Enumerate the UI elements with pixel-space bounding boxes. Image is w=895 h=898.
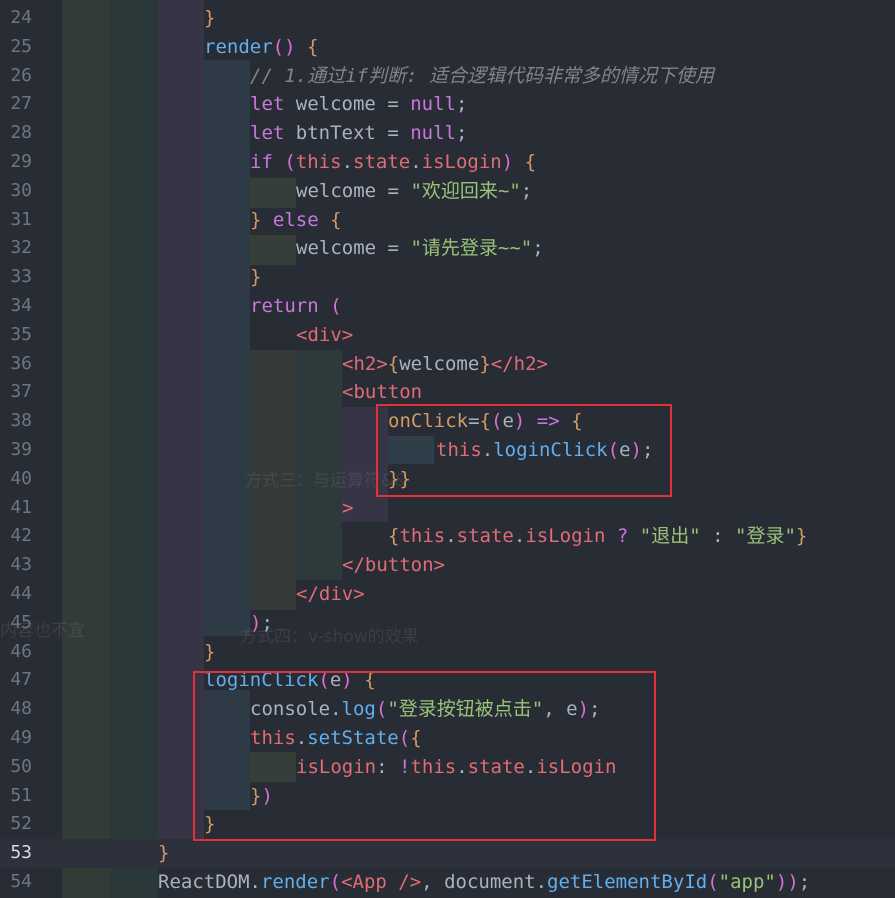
- line-number: 37: [10, 381, 32, 403]
- line-number: 45: [10, 611, 32, 633]
- code-text: </div>: [296, 583, 365, 605]
- code-text: }: [204, 640, 216, 663]
- code-text: }: [158, 842, 170, 865]
- code-line[interactable]: 45);: [0, 609, 895, 638]
- line-number: 34: [10, 295, 32, 316]
- code-text: let btnText = null;: [250, 122, 468, 145]
- line-number: 50: [10, 755, 32, 777]
- code-line[interactable]: 35 <div>: [0, 321, 895, 350]
- code-line[interactable]: 30 welcome = "欢迎回来~";: [0, 177, 895, 206]
- code-line[interactable]: 41 >: [0, 494, 895, 523]
- line-number: 33: [10, 266, 32, 288]
- code-line[interactable]: 53}: [0, 839, 895, 868]
- line-number: 47: [10, 669, 32, 691]
- code-line[interactable]: 29 if (this.state.isLogin) {: [0, 148, 895, 177]
- code-line[interactable]: 54 ReactDOM.render(<App />, document.getE…: [0, 868, 895, 897]
- line-number: 26: [10, 64, 32, 86]
- code-line[interactable]: 36 <h2>{welcome}</h2>: [0, 350, 895, 379]
- line-number: 41: [10, 496, 32, 518]
- code-text: }: [250, 266, 262, 289]
- code-text: <h2>{welcome}</h2>: [342, 352, 548, 375]
- code-text: welcome = "请先登录~~";: [296, 237, 544, 260]
- code-text: <div>: [296, 323, 354, 346]
- line-number: 43: [10, 554, 32, 576]
- line-number: 32: [10, 237, 32, 259]
- line-number: 46: [10, 640, 32, 662]
- code-text: <button: [342, 381, 423, 404]
- code-line[interactable]: 42 {this.state.isLogin ? "退出" : "登录"}: [0, 522, 895, 551]
- code-line[interactable]: 27 let welcome = null;: [0, 90, 895, 119]
- code-text: </button>: [342, 554, 445, 577]
- code-line[interactable]: 28 let btnText = null;: [0, 119, 895, 148]
- code-line[interactable]: 32 welcome = "请先登录~~";: [0, 234, 895, 263]
- code-line[interactable]: 24}: [0, 4, 895, 33]
- line-number: 39: [10, 439, 32, 460]
- code-text: ReactDOM.render(<App />, document.getEle…: [158, 871, 811, 893]
- line-number: 28: [10, 122, 32, 144]
- code-line[interactable]: 33}: [0, 263, 895, 292]
- code-line[interactable]: 26 // 1.通过if判断: 适合逻辑代码非常多的情况下使用: [0, 62, 895, 91]
- line-number: 38: [10, 410, 32, 432]
- code-text: >: [342, 496, 354, 519]
- code-text: if (this.state.isLogin) {: [250, 151, 537, 173]
- line-number: 35: [10, 323, 32, 345]
- highlight-box-onclick: [376, 404, 672, 497]
- line-number: 30: [10, 179, 32, 201]
- code-line[interactable]: 44 </div>: [0, 580, 895, 609]
- line-number: 36: [10, 352, 32, 374]
- code-text: {this.state.isLogin ? "退出" : "登录"}: [388, 525, 808, 548]
- highlight-box-loginclick: [193, 671, 656, 841]
- code-line[interactable]: 46}: [0, 638, 895, 667]
- code-text: } else {: [250, 208, 342, 231]
- line-number: 48: [10, 698, 32, 720]
- code-text: return (: [250, 295, 342, 317]
- code-line[interactable]: 43 </button>: [0, 551, 895, 580]
- line-number: 31: [10, 208, 32, 230]
- line-number: 53: [10, 842, 32, 864]
- code-line[interactable]: 31 } else {: [0, 206, 895, 235]
- code-line[interactable]: 34 return (: [0, 292, 895, 321]
- code-text: );: [250, 611, 273, 634]
- line-number: 24: [10, 7, 32, 28]
- code-text: // 1.通过if判断: 适合逻辑代码非常多的情况下使用: [250, 64, 714, 87]
- code-text: render() {: [204, 35, 319, 58]
- line-number: 25: [10, 35, 32, 57]
- line-number: 29: [10, 151, 32, 172]
- line-number: 49: [10, 727, 32, 748]
- code-text: }: [204, 7, 216, 29]
- code-line[interactable]: 25 render() {: [0, 33, 895, 62]
- code-line[interactable]: 37 <button: [0, 378, 895, 407]
- code-text: welcome = "欢迎回来~";: [296, 179, 533, 202]
- line-number: 42: [10, 525, 32, 547]
- line-number: 44: [10, 583, 32, 604]
- line-number: 54: [10, 871, 32, 892]
- line-number: 27: [10, 93, 32, 115]
- code-text: let welcome = null;: [250, 93, 468, 116]
- line-number: 51: [10, 784, 32, 806]
- code-editor[interactable]: 方式三：与运算符&& 方式四：v-show的效果 内容也不宜 24} 25 rend…: [0, 0, 895, 898]
- line-number: 52: [10, 813, 32, 835]
- line-number: 40: [10, 467, 32, 489]
